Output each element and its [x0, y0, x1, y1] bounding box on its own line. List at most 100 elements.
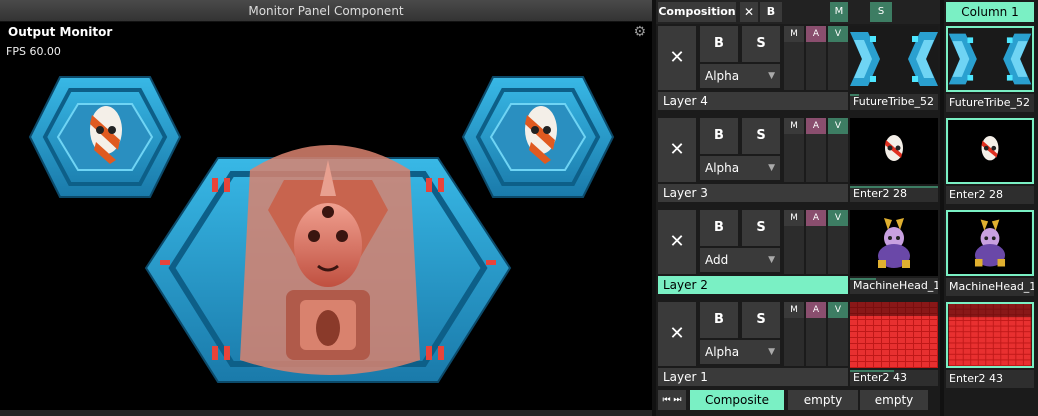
layer-mask-toggle[interactable]: M [784, 26, 804, 90]
composition-button[interactable]: Composition [658, 2, 736, 22]
column-clip-name: Enter2 43 [946, 370, 1034, 388]
blend-mode-value: Alpha [705, 345, 740, 359]
blend-mode-select[interactable]: Alpha ▼ [700, 156, 780, 180]
layer-mask-toggle[interactable]: M [784, 210, 804, 274]
deck-nav-button[interactable]: ⏮ ⏭ [658, 390, 686, 410]
layer-bypass-button[interactable]: B [700, 26, 738, 62]
column-clip-cell[interactable]: Enter2 43 [946, 302, 1034, 390]
clip-thumbnail[interactable] [850, 26, 938, 92]
clip-progress-bar [850, 186, 938, 188]
mask-label: M [784, 26, 804, 42]
layer-video-toggle[interactable]: V [828, 118, 848, 182]
layer-solo-button[interactable]: S [742, 302, 780, 338]
monitor-bottom-strip [0, 410, 652, 416]
monitor-panel: Monitor Panel Component Output Monitor ⚙… [0, 0, 652, 416]
clip-name-text: MachineHead_19 [853, 279, 938, 292]
layer-row: ✕ B S Alpha ▼ M A V Layer 3 Enter2 28 [656, 116, 940, 204]
layer-mask-toggle[interactable]: M [784, 118, 804, 182]
layer-name[interactable]: Layer 3 [658, 184, 848, 202]
layer-bypass-button[interactable]: B [700, 118, 738, 154]
clip-thumbnail[interactable] [850, 302, 938, 368]
preview-hexagon-center [144, 145, 512, 383]
fps-readout: FPS 60.00 [6, 45, 61, 58]
layer-solo-button[interactable]: S [742, 26, 780, 62]
clip-progress-bar [850, 278, 877, 280]
clip-thumbnail[interactable] [850, 118, 938, 184]
monitor-header: Output Monitor ⚙ [0, 22, 652, 42]
layer-row: ✕ B S Add ▼ M A V Layer 2 MachineHead_19 [656, 208, 940, 296]
chevron-down-icon: ▼ [768, 163, 775, 173]
column-clip-thumbnail[interactable] [946, 302, 1034, 368]
layers-panel: Composition ✕ B M S ✕ B S Alpha ▼ M A V L… [656, 0, 940, 416]
layer-name[interactable]: Layer 4 [658, 92, 848, 110]
blend-mode-select[interactable]: Alpha ▼ [700, 340, 780, 364]
layer-video-toggle[interactable]: V [828, 26, 848, 90]
blend-mode-select[interactable]: Add ▼ [700, 248, 780, 272]
layer-bypass-button[interactable]: B [700, 302, 738, 338]
video-label: V [828, 302, 848, 318]
column-clip-name: FutureTribe_52 [946, 94, 1034, 112]
clip-name-text: Enter2 43 [853, 371, 908, 384]
column-clip-thumbnail[interactable] [946, 118, 1034, 184]
column-clip-cell[interactable]: MachineHead_19 [946, 210, 1034, 298]
blend-mode-value: Add [705, 253, 729, 267]
column-clip-name: MachineHead_19 [946, 278, 1034, 296]
layer-clear-button[interactable]: ✕ [658, 302, 696, 366]
deck-tab-empty-1[interactable]: empty [788, 390, 858, 410]
chevron-down-icon: ▼ [768, 347, 775, 357]
column-clip-thumbnail[interactable] [946, 26, 1034, 92]
clip-name: MachineHead_19 [850, 278, 938, 294]
deck-tab-composite[interactable]: Composite [690, 390, 784, 410]
layer-video-toggle[interactable]: V [828, 210, 848, 274]
clip-progress-bar [850, 94, 859, 96]
column-clip-thumbnail[interactable] [946, 210, 1034, 276]
video-label: V [828, 26, 848, 42]
audio-label: A [806, 302, 826, 318]
video-label: V [828, 118, 848, 134]
column-clip-cell[interactable]: Enter2 28 [946, 118, 1034, 206]
layer-audio-toggle[interactable]: A [806, 302, 826, 366]
mask-label: M [784, 118, 804, 134]
deck-tab-empty-2[interactable]: empty [860, 390, 928, 410]
preview-hexagon-right [461, 76, 615, 198]
chevron-down-icon: ▼ [768, 71, 775, 81]
column-header-button[interactable]: Column 1 [946, 2, 1034, 22]
composition-bar: Composition ✕ B M S [656, 0, 940, 24]
clip-thumbnail[interactable] [850, 210, 938, 276]
column-clip-cell[interactable]: FutureTribe_52 [946, 26, 1034, 114]
audio-label: A [806, 118, 826, 134]
composition-mask-button[interactable]: M [830, 2, 848, 22]
layer-name[interactable]: Layer 2 [658, 276, 848, 294]
blend-mode-select[interactable]: Alpha ▼ [700, 64, 780, 88]
video-label: V [828, 210, 848, 226]
layer-audio-toggle[interactable]: A [806, 118, 826, 182]
layer-clear-button[interactable]: ✕ [658, 26, 696, 90]
blend-mode-value: Alpha [705, 69, 740, 83]
layer-audio-toggle[interactable]: A [806, 26, 826, 90]
layer-bypass-button[interactable]: B [700, 210, 738, 246]
clip-name: Enter2 28 [850, 186, 938, 202]
monitor-window-title: Monitor Panel Component [0, 0, 652, 22]
clip-progress-bar [850, 370, 894, 372]
layer-video-toggle[interactable]: V [828, 302, 848, 366]
layer-clear-button[interactable]: ✕ [658, 118, 696, 182]
layer-row: ✕ B S Alpha ▼ M A V Layer 4 FutureTribe_5… [656, 24, 940, 112]
layer-solo-button[interactable]: S [742, 118, 780, 154]
gear-icon[interactable]: ⚙ [633, 24, 646, 40]
composition-bypass-button[interactable]: B [760, 2, 782, 22]
layer-solo-button[interactable]: S [742, 210, 780, 246]
chevron-down-icon: ▼ [768, 255, 775, 265]
composition-solo-button[interactable]: S [870, 2, 892, 22]
column-panel: Column 1 FutureTribe_52 Enter2 28 Machin… [944, 0, 1038, 416]
audio-label: A [806, 210, 826, 226]
clip-name: Enter2 43 [850, 370, 938, 386]
clip-name: FutureTribe_52 [850, 94, 938, 110]
mask-label: M [784, 210, 804, 226]
layer-name[interactable]: Layer 1 [658, 368, 848, 386]
clip-name-text: Enter2 28 [853, 187, 908, 200]
composition-clear-button[interactable]: ✕ [740, 2, 758, 22]
clip-name-text: FutureTribe_52 [853, 95, 934, 108]
layer-clear-button[interactable]: ✕ [658, 210, 696, 274]
layer-mask-toggle[interactable]: M [784, 302, 804, 366]
layer-audio-toggle[interactable]: A [806, 210, 826, 274]
